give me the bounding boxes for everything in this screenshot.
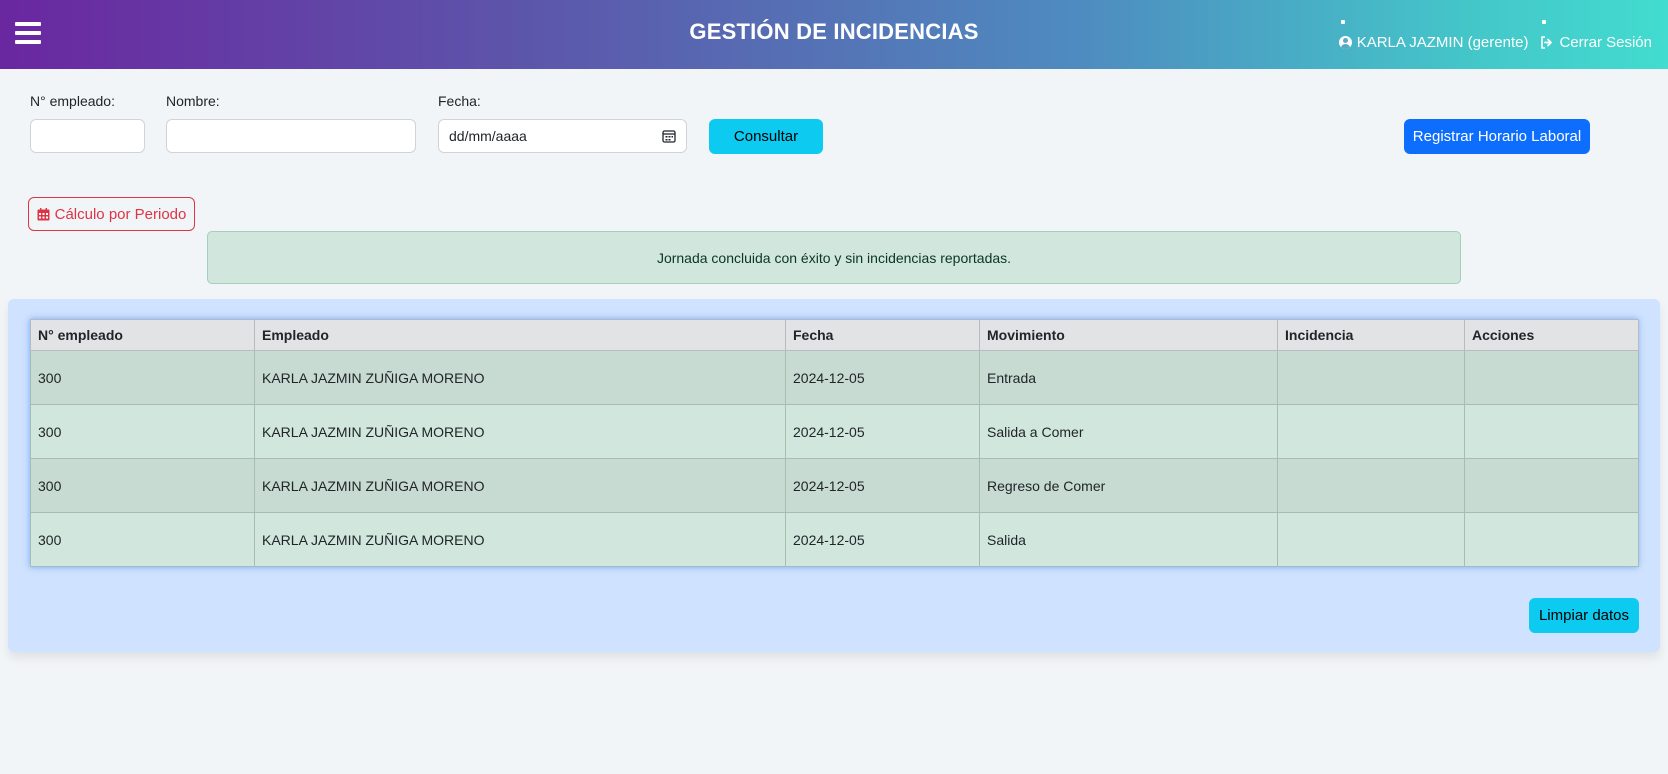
employee-no-input[interactable] <box>30 119 145 153</box>
column-header-employee-no: N° empleado <box>30 319 255 351</box>
cell-incident <box>1277 512 1465 567</box>
cell-date: 2024-12-05 <box>785 350 980 405</box>
cell-employee: KARLA JAZMIN ZUÑIGA MORENO <box>254 458 786 513</box>
results-table-container: N° empleado Empleado Fecha Movimiento In… <box>30 319 1639 567</box>
cell-employee: KARLA JAZMIN ZUÑIGA MORENO <box>254 404 786 459</box>
cell-movement: Regreso de Comer <box>979 458 1278 513</box>
cell-actions <box>1464 458 1639 513</box>
cell-actions <box>1464 404 1639 459</box>
period-calculation-button[interactable]: Cálculo por Periodo <box>28 197 195 231</box>
cell-movement: Salida <box>979 512 1278 567</box>
alert-message: Jornada concluida con éxito y sin incide… <box>656 249 1012 266</box>
register-schedule-button[interactable]: Registrar Horario Laboral <box>1404 119 1590 154</box>
table-header-row: N° empleado Empleado Fecha Movimiento In… <box>30 319 1639 351</box>
column-header-employee: Empleado <box>254 319 786 351</box>
user-name-label: KARLA JAZMIN (gerente) <box>1356 34 1529 51</box>
table-row: 300 KARLA JAZMIN ZUÑIGA MORENO 2024-12-0… <box>30 512 1639 567</box>
logout-link[interactable]: Cerrar Sesión <box>1540 15 1652 51</box>
calendar-icon <box>37 207 50 220</box>
calendar-icon[interactable] <box>662 129 676 143</box>
logout-icon <box>1541 36 1553 49</box>
cell-employee-no: 300 <box>30 458 255 513</box>
logout-label: Cerrar Sesión <box>1559 34 1652 51</box>
name-label: Nombre: <box>166 93 220 109</box>
column-header-incident: Incidencia <box>1277 319 1465 351</box>
name-input[interactable] <box>166 119 416 153</box>
cell-incident <box>1277 350 1465 405</box>
employee-no-label: N° empleado: <box>30 93 115 109</box>
date-placeholder: dd/mm/aaaa <box>449 128 527 144</box>
column-header-date: Fecha <box>785 319 980 351</box>
cell-employee-no: 300 <box>30 350 255 405</box>
table-row: 300 KARLA JAZMIN ZUÑIGA MORENO 2024-12-0… <box>30 404 1639 459</box>
table-row: 300 KARLA JAZMIN ZUÑIGA MORENO 2024-12-0… <box>30 458 1639 513</box>
top-navbar: GESTIÓN DE INCIDENCIAS KARLA JAZMIN (ger… <box>0 0 1668 69</box>
cell-incident <box>1277 404 1465 459</box>
results-table: N° empleado Empleado Fecha Movimiento In… <box>30 319 1639 567</box>
cell-movement: Entrada <box>979 350 1278 405</box>
column-header-movement: Movimiento <box>979 319 1278 351</box>
date-input[interactable]: dd/mm/aaaa <box>438 119 687 153</box>
cell-employee-no: 300 <box>30 512 255 567</box>
cell-movement: Salida a Comer <box>979 404 1278 459</box>
cell-actions <box>1464 350 1639 405</box>
cell-employee-no: 300 <box>30 404 255 459</box>
clear-data-button[interactable]: Limpiar datos <box>1529 598 1639 633</box>
cell-incident <box>1277 458 1465 513</box>
results-panel: N° empleado Empleado Fecha Movimiento In… <box>8 299 1660 652</box>
period-calculation-label: Cálculo por Periodo <box>54 205 187 223</box>
user-profile-link[interactable]: KARLA JAZMIN (gerente) <box>1338 15 1529 51</box>
cell-date: 2024-12-05 <box>785 458 980 513</box>
cell-date: 2024-12-05 <box>785 404 980 459</box>
user-nav: KARLA JAZMIN (gerente) Cerrar Sesión <box>1338 15 1652 51</box>
cell-date: 2024-12-05 <box>785 512 980 567</box>
consult-button[interactable]: Consultar <box>709 119 823 154</box>
cell-employee: KARLA JAZMIN ZUÑIGA MORENO <box>254 512 786 567</box>
cell-actions <box>1464 512 1639 567</box>
cell-employee: KARLA JAZMIN ZUÑIGA MORENO <box>254 350 786 405</box>
table-row: 300 KARLA JAZMIN ZUÑIGA MORENO 2024-12-0… <box>30 350 1639 405</box>
column-header-actions: Acciones <box>1464 319 1639 351</box>
success-alert: Jornada concluida con éxito y sin incide… <box>207 231 1461 284</box>
user-circle-icon <box>1338 36 1352 49</box>
date-label: Fecha: <box>438 93 481 109</box>
